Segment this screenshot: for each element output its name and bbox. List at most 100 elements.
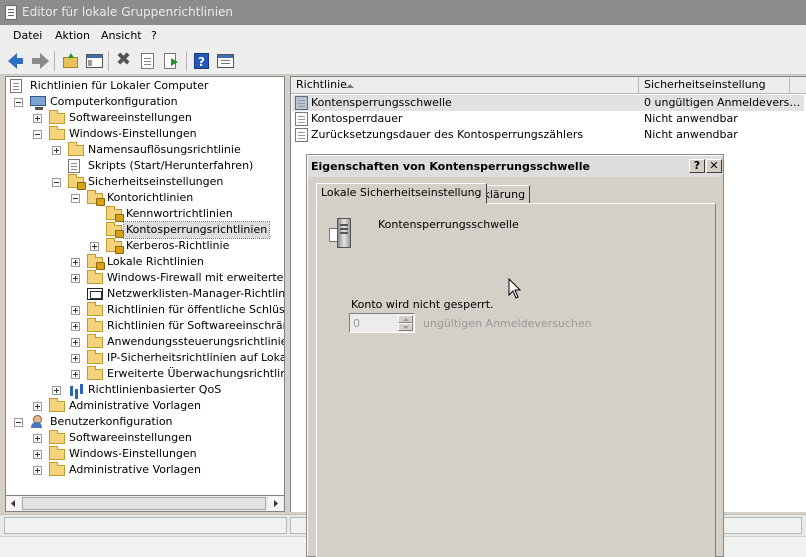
tree-item[interactable]: IP-Sicherheitsrichtlinien auf Lokaler C [6, 350, 284, 366]
threshold-spinner[interactable] [349, 313, 415, 333]
console-properties-button[interactable] [216, 52, 235, 70]
tab-lokale-sicherheitseinstellung[interactable]: Lokale Sicherheitseinstellung [316, 183, 487, 204]
policy-row[interactable]: Kontosperrdauer Nicht anwendbar [292, 111, 804, 127]
expand-icon[interactable] [33, 450, 42, 459]
spinner-up-button[interactable] [398, 315, 413, 323]
tree-item[interactable]: Kontosperrungsrichtlinien [6, 221, 284, 239]
tree-item[interactable]: Windows-Einstellungen [6, 446, 284, 462]
tree-item[interactable]: Administrative Vorlagen [6, 398, 284, 414]
show-hide-tree-button[interactable] [85, 52, 104, 70]
computer-icon [30, 96, 46, 110]
tree-item[interactable]: Computerkonfiguration [6, 94, 284, 110]
expand-icon[interactable] [33, 466, 42, 475]
tree-item[interactable]: Kennwortrichtlinien [6, 206, 284, 222]
menu-help[interactable]: ? [151, 29, 157, 42]
export-list-button[interactable] [162, 52, 181, 70]
tree-item-label: Kennwortrichtlinien [126, 207, 233, 220]
expand-icon[interactable] [71, 306, 80, 315]
collapse-icon[interactable] [14, 418, 23, 427]
policy-setting-cell: Nicht anwendbar [644, 128, 738, 141]
tree-horizontal-scrollbar[interactable] [5, 495, 285, 512]
gpedit-app-icon [5, 5, 17, 20]
folder-icon [87, 270, 103, 284]
column-header-setting[interactable]: Sicherheitseinstellung [639, 77, 790, 94]
tree-item[interactable]: Richtlinien für Softwareeinschränkung [6, 318, 284, 334]
expand-icon[interactable] [52, 386, 61, 395]
spinner-unit-label: ungültigen Anmeldeversuchen [423, 317, 592, 330]
console-properties-icon [217, 54, 234, 68]
tree-item[interactable]: Windows-Firewall mit erweiterter Sich [6, 270, 284, 286]
folder-icon [87, 318, 103, 332]
scroll-thumb[interactable] [22, 497, 266, 510]
delete-button[interactable]: ✖ [114, 49, 133, 70]
tree-item[interactable]: Lokale Richtlinien [6, 254, 284, 270]
help-icon: ? [194, 53, 209, 69]
collapse-icon[interactable] [33, 130, 42, 139]
policy-name-cell: Kontensperrungsschwelle [311, 96, 452, 109]
tree-item[interactable]: Anwendungssteuerungsrichtlinien [6, 334, 284, 350]
expand-icon[interactable] [90, 242, 99, 251]
expand-icon[interactable] [71, 370, 80, 379]
dialog-title: Eigenschaften von Kontensperrungsschwell… [311, 160, 590, 173]
properties-button[interactable] [138, 52, 157, 70]
tree-item[interactable]: Netzwerklisten-Manager-Richtlinien [6, 286, 284, 302]
tree-item[interactable]: Benutzerkonfiguration [6, 414, 284, 430]
menu-aktion[interactable]: Aktion [55, 29, 90, 42]
menu-datei[interactable]: Datei [13, 29, 42, 42]
spinner-down-button[interactable] [398, 323, 413, 331]
collapse-icon[interactable] [52, 178, 61, 187]
tree-item-label: Lokale Richtlinien [107, 255, 204, 268]
expand-icon[interactable] [71, 258, 80, 267]
tree-item[interactable]: Richtlinienbasierter QoS [6, 382, 284, 398]
tree-item[interactable]: Sicherheitseinstellungen [6, 174, 284, 190]
tree-item-label: Kontosperrungsrichtlinien [122, 221, 271, 239]
help-button[interactable]: ? [192, 52, 211, 70]
back-button[interactable] [7, 52, 26, 70]
tree-pane[interactable]: Richtlinien für Lokaler Computer Computer… [5, 76, 285, 512]
expand-icon[interactable] [52, 146, 61, 155]
expand-icon[interactable] [71, 274, 80, 283]
lock-folder-icon [106, 222, 124, 238]
policy-setting-cell: 0 ungültigen Anmeldevers… [644, 96, 801, 109]
policy-row[interactable]: Kontensperrungsschwelle 0 ungültigen Anme… [292, 95, 804, 111]
folder-icon [49, 126, 65, 140]
policy-row[interactable]: Zurücksetzungsdauer des Kontosperrungszä… [292, 127, 804, 143]
tree-item[interactable]: Richtlinien für öffentliche Schlüssel [6, 302, 284, 318]
scroll-left-button[interactable] [6, 496, 21, 511]
menu-bar: Datei Aktion Ansicht ? [0, 25, 806, 47]
column-header-policy-label: Richtlinie [296, 78, 347, 91]
collapse-icon[interactable] [14, 98, 23, 107]
dialog-close-button[interactable]: ✕ [706, 159, 722, 173]
policy-name-cell: Kontosperrdauer [311, 112, 403, 125]
tree-item[interactable]: Skripts (Start/Herunterfahren) [6, 158, 284, 174]
expand-icon[interactable] [33, 402, 42, 411]
tree-item-label: Skripts (Start/Herunterfahren) [88, 159, 254, 172]
scroll-right-button[interactable] [268, 496, 283, 511]
tree-item[interactable]: Windows-Einstellungen [6, 126, 284, 142]
tree-item-label: Windows-Einstellungen [69, 447, 197, 460]
dialog-help-button[interactable]: ? [689, 159, 705, 173]
tree-item[interactable]: Kerberos-Richtlinie [6, 238, 284, 254]
column-header-policy[interactable]: Richtlinie [291, 77, 639, 94]
folder-icon [49, 462, 65, 476]
expand-icon[interactable] [71, 338, 80, 347]
expand-icon[interactable] [71, 354, 80, 363]
expand-icon[interactable] [33, 434, 42, 443]
up-one-level-button[interactable] [61, 52, 80, 70]
menu-ansicht[interactable]: Ansicht [101, 29, 142, 42]
forward-button[interactable] [31, 52, 50, 70]
delete-icon: ✖ [116, 49, 132, 70]
tree-item[interactable]: Richtlinien für Lokaler Computer [6, 78, 284, 94]
threshold-input[interactable] [351, 315, 397, 331]
tree-item[interactable]: Softwareeinstellungen [6, 430, 284, 446]
tree-item[interactable]: Erweiterte Überwachungsrichtlinienk [6, 366, 284, 382]
tree-item[interactable]: Administrative Vorlagen [6, 462, 284, 478]
tree-item[interactable]: Softwareeinstellungen [6, 110, 284, 126]
expand-icon[interactable] [33, 114, 42, 123]
export-list-icon [164, 53, 178, 69]
expand-icon[interactable] [71, 322, 80, 331]
tree-item[interactable]: Namensauflösungsrichtlinie [6, 142, 284, 158]
collapse-icon[interactable] [71, 194, 80, 203]
tree-item[interactable]: Kontorichtlinien [6, 190, 284, 206]
folder-icon [49, 446, 65, 460]
